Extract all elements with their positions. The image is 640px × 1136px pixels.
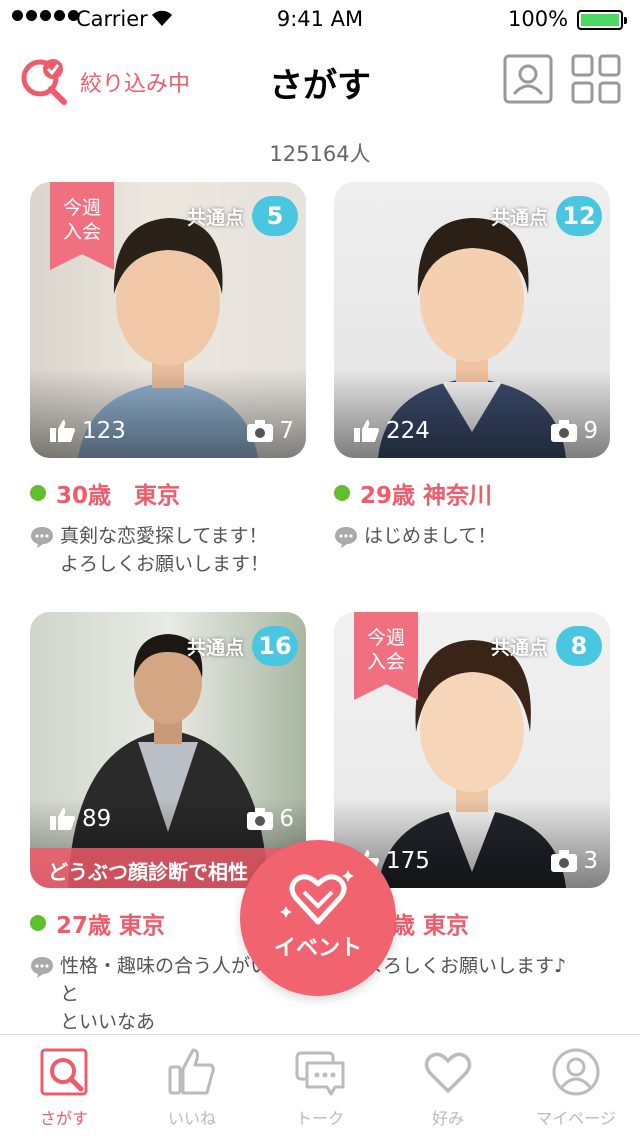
profile-photo[interactable]: 共通点 12 224 9 — [334, 182, 610, 458]
tab-label: マイページ — [536, 1109, 616, 1128]
common-count-badge: 8 — [556, 626, 602, 666]
photo-count: 3 — [583, 848, 598, 874]
profile-message: 真剣な恋愛探してます！ よろしくお願いします！ — [60, 525, 270, 575]
common-label: 共通点 — [490, 636, 548, 659]
profile-card[interactable]: 今週 入会 共通点 5 123 7 30歳 東京 真剣な恋愛探してます！ よろし… — [30, 182, 306, 578]
thumbs-up-icon — [50, 420, 75, 442]
online-status-dot — [30, 915, 46, 931]
common-points: 共通点 5 — [187, 196, 298, 236]
tab-label: さがす — [39, 1109, 88, 1128]
common-label: 共通点 — [490, 206, 548, 229]
tab-talk[interactable]: トーク — [256, 1035, 384, 1136]
like-count: 224 — [386, 418, 430, 444]
camera-icon — [247, 420, 274, 442]
member-count: 125164人 — [269, 142, 371, 166]
camera-icon — [551, 420, 578, 442]
photo-stats: 175 3 — [354, 848, 598, 874]
battery-percent: 100% — [508, 7, 569, 31]
profile-photo[interactable]: 共通点 16 89 6 どうぶつ顔診断で相性 — [30, 612, 306, 888]
tab-search[interactable]: さがす — [0, 1035, 128, 1136]
common-count-badge: 12 — [556, 196, 602, 236]
like-count: 89 — [82, 806, 112, 832]
header: 絞り込み中 さがす — [0, 40, 640, 128]
age-area: 29歳 神奈川 — [360, 483, 493, 509]
photo-count: 7 — [279, 418, 294, 444]
search-icon — [40, 1048, 88, 1096]
age-area: 30歳 東京 — [56, 483, 181, 509]
tab-bar: さがす いいね トーク 好み マイページ — [0, 1034, 640, 1136]
status-bar: Carrier 9:41 AM 100% — [0, 0, 640, 40]
heart-icon — [424, 1052, 472, 1093]
like-count: 123 — [82, 418, 126, 444]
heart-gem-icon — [280, 870, 354, 925]
message-bubble-icon — [335, 527, 357, 548]
message-bubble-icon — [31, 527, 53, 548]
tab-label: トーク — [295, 1109, 344, 1128]
tab-favorites[interactable]: 好み — [384, 1035, 512, 1136]
common-label: 共通点 — [186, 636, 244, 659]
photo-stats: 123 7 — [50, 418, 294, 444]
battery-icon — [577, 10, 627, 30]
tab-label: いいね — [167, 1109, 216, 1128]
common-count-badge: 16 — [252, 626, 298, 666]
thumbs-up-icon — [168, 1048, 215, 1095]
user-icon — [552, 1048, 600, 1096]
tab-likes[interactable]: いいね — [128, 1035, 256, 1136]
profile-view-icon[interactable] — [503, 54, 553, 104]
tab-label: 好み — [431, 1109, 464, 1128]
chat-icon — [295, 1051, 345, 1096]
like-count: 175 — [386, 848, 430, 874]
profile-photo[interactable]: 今週 入会 共通点 8 175 3 — [334, 612, 610, 888]
event-label: イベント — [273, 936, 362, 961]
camera-icon — [247, 808, 274, 830]
profile-photo[interactable]: 今週 入会 共通点 5 123 7 — [30, 182, 306, 458]
message-bubble-icon — [31, 957, 53, 978]
event-button[interactable]: イベント — [240, 840, 396, 996]
photo-stats: 89 6 — [50, 806, 294, 832]
photo-stats: 224 9 — [354, 418, 598, 444]
online-status-dot — [30, 485, 46, 501]
common-points: 共通点 12 — [491, 196, 602, 236]
photo-count: 9 — [583, 418, 598, 444]
age-area: 27歳 東京 — [56, 913, 166, 939]
profile-card[interactable]: 共通点 12 224 9 29歳 神奈川 はじめまして！ — [334, 182, 610, 550]
online-status-dot — [334, 485, 350, 501]
thumbs-up-icon — [354, 420, 379, 442]
common-points: 共通点 16 — [187, 626, 298, 666]
common-points: 共通点 8 — [491, 626, 602, 666]
grid-view-icon[interactable] — [571, 54, 621, 104]
common-label: 共通点 — [186, 206, 244, 229]
common-count-badge: 5 — [252, 196, 298, 236]
camera-icon — [551, 850, 578, 872]
thumbs-up-icon — [50, 808, 75, 830]
tab-mypage[interactable]: マイページ — [512, 1035, 640, 1136]
photo-count: 6 — [279, 806, 294, 832]
profile-message: はじめまして！ — [364, 525, 497, 547]
